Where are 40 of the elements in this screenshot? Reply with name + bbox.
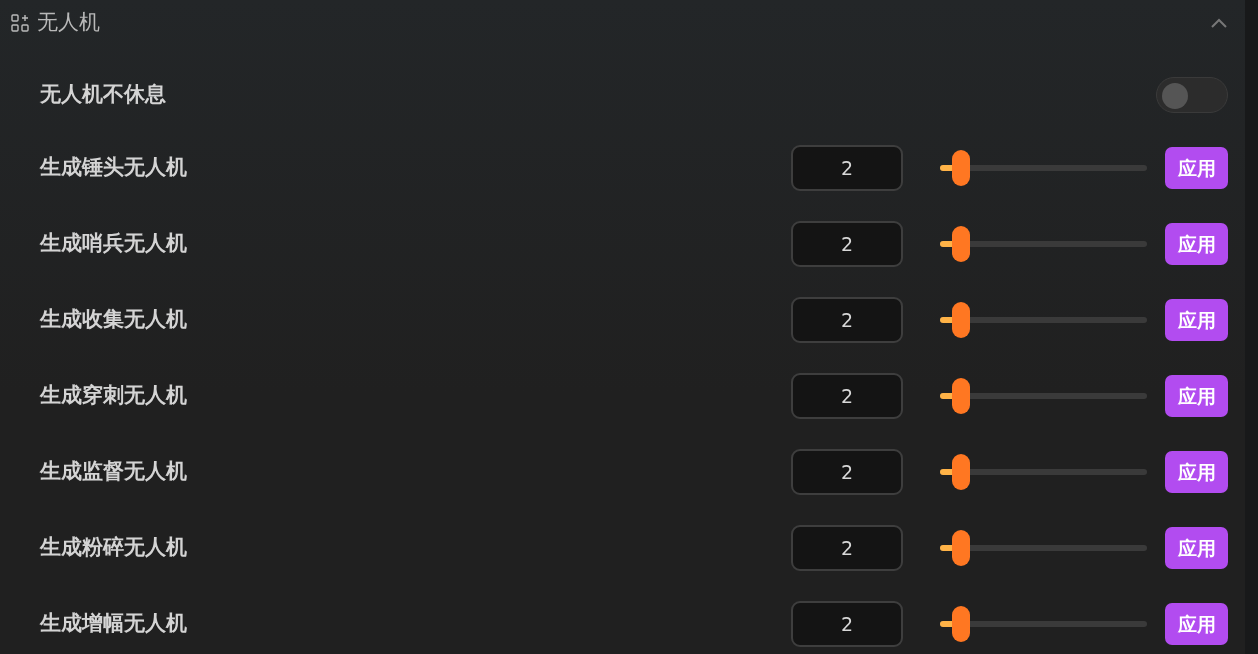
slider[interactable] xyxy=(940,150,1147,186)
setting-label: 生成哨兵无人机 xyxy=(40,230,188,258)
setting-label: 生成增幅无人机 xyxy=(40,610,188,638)
slider[interactable] xyxy=(940,226,1147,262)
slider-thumb[interactable] xyxy=(951,302,970,338)
number-field[interactable]: 2 xyxy=(791,221,903,267)
slider[interactable] xyxy=(940,302,1147,338)
setting-label: 生成锤头无人机 xyxy=(40,154,188,182)
number-field[interactable]: 2 xyxy=(791,373,903,419)
setting-label: 生成穿刺无人机 xyxy=(40,382,188,410)
slider-thumb[interactable] xyxy=(951,150,970,186)
number-field[interactable]: 2 xyxy=(791,601,903,647)
slider[interactable] xyxy=(940,378,1147,414)
apps-icon xyxy=(11,13,29,32)
setting-label: 生成收集无人机 xyxy=(40,306,188,334)
slider[interactable] xyxy=(940,530,1147,566)
section-title: 无人机 xyxy=(37,8,100,36)
setting-label: 生成监督无人机 xyxy=(40,458,188,486)
toggle-switch[interactable] xyxy=(1156,77,1228,113)
setting-label: 生成粉碎无人机 xyxy=(40,534,188,562)
slider-thumb[interactable] xyxy=(951,378,970,414)
slider[interactable] xyxy=(940,606,1147,642)
number-field[interactable]: 2 xyxy=(791,145,903,191)
apply-button[interactable]: 应用 xyxy=(1165,223,1228,265)
collapse-chevron-icon[interactable] xyxy=(1210,17,1228,28)
apply-button[interactable]: 应用 xyxy=(1165,603,1228,645)
apply-button[interactable]: 应用 xyxy=(1165,147,1228,189)
slider-thumb[interactable] xyxy=(951,454,970,490)
apply-button[interactable]: 应用 xyxy=(1165,451,1228,493)
setting-label: 无人机不休息 xyxy=(40,81,167,109)
number-field[interactable]: 2 xyxy=(791,525,903,571)
number-field[interactable]: 2 xyxy=(791,297,903,343)
slider-thumb[interactable] xyxy=(951,226,970,262)
slider[interactable] xyxy=(940,454,1147,490)
apply-button[interactable]: 应用 xyxy=(1165,299,1228,341)
slider-thumb[interactable] xyxy=(951,530,970,566)
apply-button[interactable]: 应用 xyxy=(1165,527,1228,569)
number-field[interactable]: 2 xyxy=(791,449,903,495)
slider-thumb[interactable] xyxy=(951,606,970,642)
apply-button[interactable]: 应用 xyxy=(1165,375,1228,417)
